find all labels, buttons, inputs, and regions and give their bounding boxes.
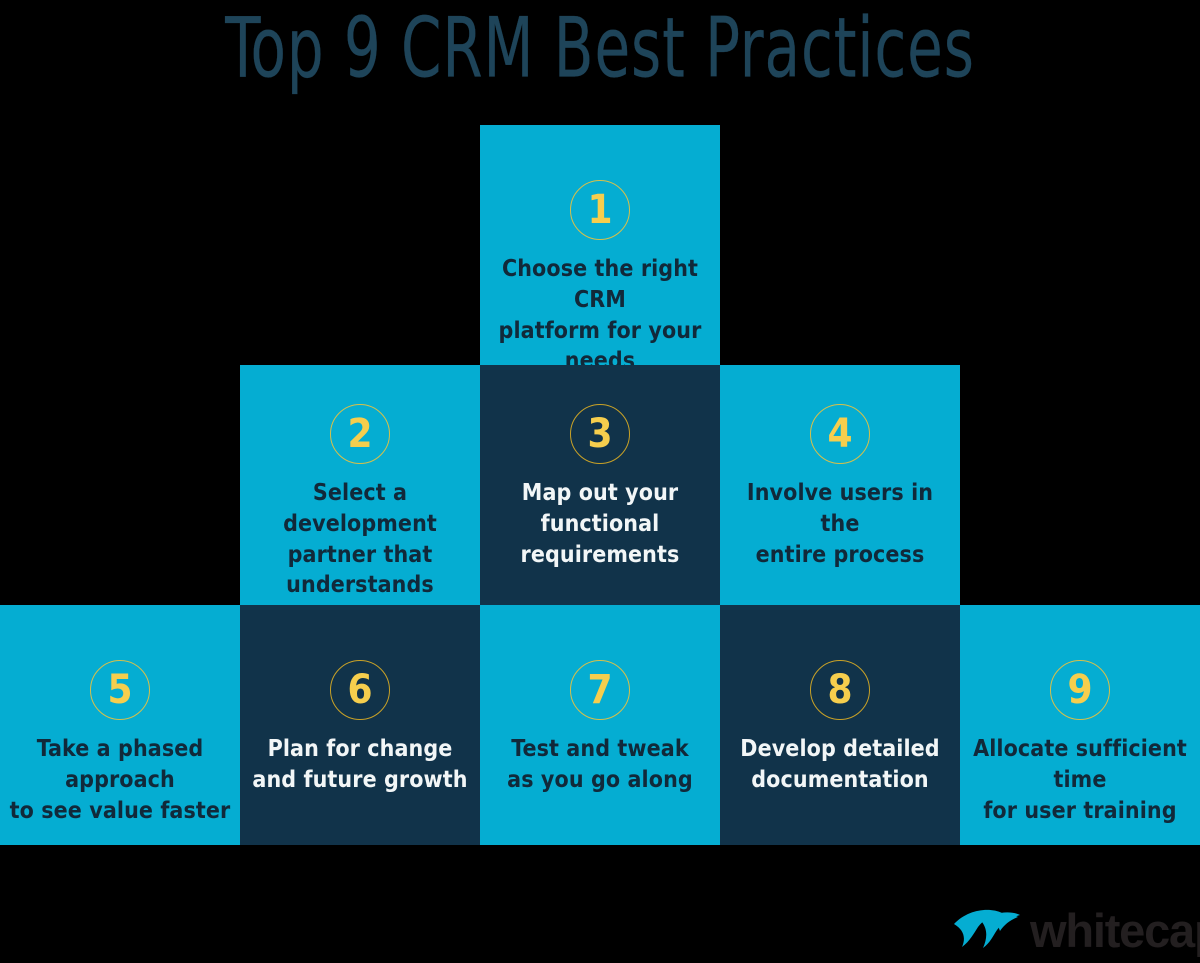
practice-card-8: 8 Develop detailed documentation [720,605,960,845]
practice-number-2: 2 [330,404,390,464]
whitecap-logo: whitecap [952,900,1200,960]
practice-text-5: Take a phased approach to see value fast… [9,736,231,824]
practice-number-5: 5 [90,660,150,720]
practice-number-7: 7 [570,660,630,720]
practice-card-9: 9 Allocate sufficient time for user trai… [960,605,1200,845]
practice-number-3: 3 [570,404,630,464]
practice-text-3: Map out your functional requirements [520,480,680,568]
practice-text-6: Plan for change and future growth [252,736,468,793]
whitecap-wordmark: whitecap [1030,903,1200,957]
practice-card-3: 3 Map out your functional requirements [480,365,720,605]
practice-number-8: 8 [810,660,870,720]
practice-text-8: Develop detailed documentation [740,736,940,793]
practice-number-9: 9 [1050,660,1110,720]
practice-card-1: 1 Choose the right CRM platform for your… [480,125,720,374]
practice-number-6: 6 [330,660,390,720]
practice-text-1: Choose the right CRM platform for your n… [498,256,702,375]
practice-card-2: 2 Select a development partner that unde… [240,365,480,629]
page-title: Top 9 CRM Best Practices [225,0,975,97]
practice-number-4: 4 [810,404,870,464]
practice-text-4: Involve users in the entire process [746,480,934,568]
practice-card-4: 4 Involve users in the entire process [720,365,960,605]
infographic-poster: Top 9 CRM Best Practices 1 Choose the ri… [0,0,1200,963]
practice-text-9: Allocate sufficient time for user traini… [973,736,1187,824]
practice-number-1: 1 [570,180,630,240]
practice-card-6: 6 Plan for change and future growth [240,605,480,845]
practice-text-7: Test and tweak as you go along [507,736,693,793]
practice-card-5: 5 Take a phased approach to see value fa… [0,605,240,845]
practice-card-7: 7 Test and tweak as you go along [480,605,720,845]
whitecap-wave-icon [954,909,1020,948]
